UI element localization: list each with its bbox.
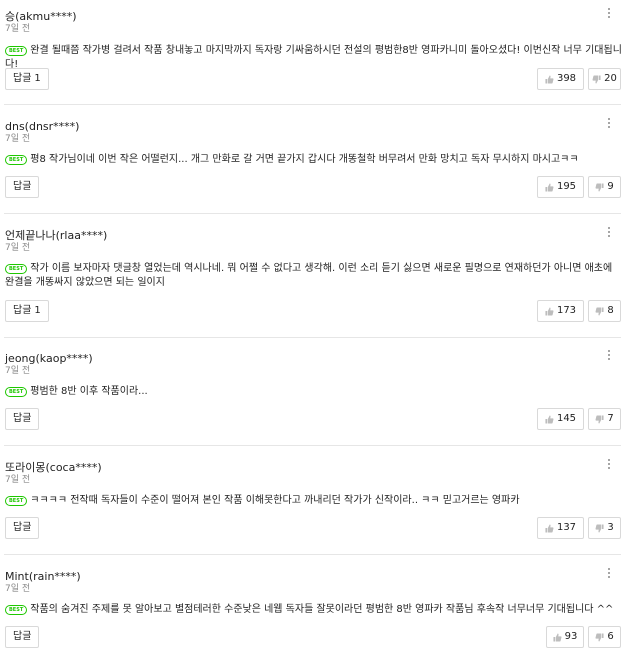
comment-item: jeong(kaop****) 7일 전 BEST 평범한 8반 이후 작품이라.…	[0, 350, 640, 446]
divider	[4, 445, 621, 446]
comment-item: Mint(rain****) 7일 전 BEST 작품의 숨겨진 주제를 못 알아…	[0, 568, 640, 657]
comment-text: ㅋㅋㅋㅋ 전작때 독자들이 수준이 떨어져 본인 작품 이해못한다고 까내리던 …	[30, 495, 520, 506]
dislike-count: 8	[607, 305, 614, 316]
dislike-button[interactable]: 9	[588, 176, 621, 198]
thumbs-down-icon	[595, 523, 604, 533]
dislike-button[interactable]: 20	[588, 68, 621, 90]
reply-button[interactable]: 답글	[5, 176, 40, 198]
comment-text: 작가 이름 보자마자 댓글창 열었는데 역시나네. 뭐 어쩔 수 없다고 생각해…	[5, 263, 613, 288]
comment-text: 작품의 숨겨진 주제를 못 알아보고 별점테러한 수준낮은 네웹 독자들 잘못이…	[30, 604, 614, 615]
comment-text: 평범한 8반 이후 작품이라...	[30, 386, 148, 397]
comment-time: 7일 전	[5, 475, 31, 485]
dislike-count: 6	[607, 631, 614, 642]
dislike-count: 7	[607, 413, 614, 424]
like-count: 93	[564, 631, 578, 642]
divider	[4, 104, 621, 105]
comment-text-container: BEST 완결 될때쯤 작가병 걸려서 작품 창내놓고 마지막까지 독자랑 기싸움…	[5, 44, 622, 72]
dislike-count: 3	[607, 522, 614, 533]
divider	[4, 554, 621, 555]
like-count: 173	[556, 305, 577, 316]
comment-author[interactable]: dns(dnsr****)	[5, 120, 79, 134]
comment-text-container: BEST 평범한 8반 이후 작품이라...	[5, 385, 622, 399]
like-button[interactable]: 145	[537, 408, 584, 430]
more-vertical-icon[interactable]	[604, 347, 614, 363]
reply-label: 답글	[13, 413, 32, 424]
like-button[interactable]: 195	[537, 176, 584, 198]
best-badge: BEST	[5, 496, 28, 506]
more-vertical-icon[interactable]	[604, 565, 614, 581]
thumbs-up-icon	[545, 307, 554, 316]
more-vertical-icon[interactable]	[604, 115, 614, 131]
like-button[interactable]: 173	[537, 300, 584, 322]
dislike-button[interactable]: 8	[588, 300, 621, 322]
reply-count: 1	[34, 305, 41, 316]
best-badge: BEST	[5, 387, 28, 397]
comment-item: 언제끝나나(rlaa****) 7일 전 BEST 작가 이름 보자마자 댓글창 …	[0, 227, 640, 338]
thumbs-down-icon	[595, 632, 604, 642]
comment-text-container: BEST ㅋㅋㅋㅋ 전작때 독자들이 수준이 떨어져 본인 작품 이해못한다고 까…	[5, 494, 622, 508]
comment-time: 7일 전	[5, 366, 31, 376]
like-count: 195	[556, 181, 577, 192]
comment-time: 7일 전	[5, 243, 31, 253]
thumbs-down-icon	[592, 74, 601, 84]
like-count: 137	[556, 522, 577, 533]
thumbs-up-icon	[545, 183, 554, 192]
comment-author[interactable]: jeong(kaop****)	[5, 352, 93, 366]
thumbs-down-icon	[595, 306, 604, 316]
comment-time: 7일 전	[5, 584, 31, 594]
thumbs-up-icon	[545, 75, 554, 84]
comment-text-container: BEST 작가 이름 보자마자 댓글창 열었는데 역시나네. 뭐 어쩔 수 없다고…	[5, 262, 622, 290]
comment-text: 완결 될때쯤 작가병 걸려서 작품 창내놓고 마지막까지 독자랑 기싸움하시던 …	[5, 45, 622, 70]
divider	[4, 213, 621, 214]
comment-author[interactable]: 승(akmu****)	[5, 10, 77, 24]
dislike-count: 20	[604, 73, 617, 84]
reply-button[interactable]: 답글 1	[5, 68, 49, 90]
comment-item: dns(dnsr****) 7일 전 BEST 평8 작가님이네 이번 작은 어떨…	[0, 118, 640, 214]
comment-author[interactable]: Mint(rain****)	[5, 570, 81, 584]
best-badge: BEST	[5, 264, 28, 274]
thumbs-down-icon	[595, 182, 604, 192]
divider	[4, 337, 621, 338]
more-vertical-icon[interactable]	[604, 5, 614, 21]
comment-list: 승(akmu****) 7일 전 BEST 완결 될때쯤 작가병 걸려서 작품 창…	[0, 0, 640, 657]
comment-text-container: BEST 작품의 숨겨진 주제를 못 알아보고 별점테러한 수준낮은 네웹 독자들…	[5, 603, 622, 617]
reply-button[interactable]: 답글	[5, 517, 40, 539]
comment-author[interactable]: 또라이몽(coca****)	[5, 461, 102, 475]
reply-button[interactable]: 답글	[5, 626, 40, 648]
reply-label: 답글	[13, 73, 32, 84]
comment-time: 7일 전	[5, 134, 31, 144]
like-button[interactable]: 137	[537, 517, 584, 539]
comment-time: 7일 전	[5, 24, 31, 34]
reply-button[interactable]: 답글 1	[5, 300, 49, 322]
dislike-button[interactable]: 7	[588, 408, 621, 430]
more-vertical-icon[interactable]	[604, 456, 614, 472]
comment-item: 또라이몽(coca****) 7일 전 BEST ㅋㅋㅋㅋ 전작때 독자들이 수준…	[0, 459, 640, 555]
like-count: 145	[556, 413, 577, 424]
thumbs-up-icon	[545, 415, 554, 424]
best-badge: BEST	[5, 605, 28, 615]
comment-item: 승(akmu****) 7일 전 BEST 완결 될때쯤 작가병 걸려서 작품 창…	[0, 8, 640, 105]
reply-label: 답글	[13, 181, 32, 192]
more-vertical-icon[interactable]	[604, 224, 614, 240]
like-button[interactable]: 398	[537, 68, 584, 90]
dislike-button[interactable]: 3	[588, 517, 621, 539]
thumbs-down-icon	[595, 414, 604, 424]
reply-label: 답글	[13, 305, 32, 316]
thumbs-up-icon	[553, 633, 562, 642]
like-button[interactable]: 93	[546, 626, 584, 648]
dislike-button[interactable]: 6	[588, 626, 621, 648]
reply-count: 1	[34, 73, 41, 84]
reply-button[interactable]: 답글	[5, 408, 40, 430]
thumbs-up-icon	[545, 524, 554, 533]
best-badge: BEST	[5, 46, 28, 56]
comment-author[interactable]: 언제끝나나(rlaa****)	[5, 229, 107, 243]
reply-label: 답글	[13, 522, 32, 533]
dislike-count: 9	[607, 181, 614, 192]
reply-label: 답글	[13, 631, 32, 642]
comment-text: 평8 작가님이네 이번 작은 어떨런지... 개그 만화로 갈 거면 끝가지 갑…	[30, 154, 579, 165]
best-badge: BEST	[5, 155, 28, 165]
comment-text-container: BEST 평8 작가님이네 이번 작은 어떨런지... 개그 만화로 갈 거면 끝…	[5, 153, 622, 167]
like-count: 398	[556, 73, 577, 84]
